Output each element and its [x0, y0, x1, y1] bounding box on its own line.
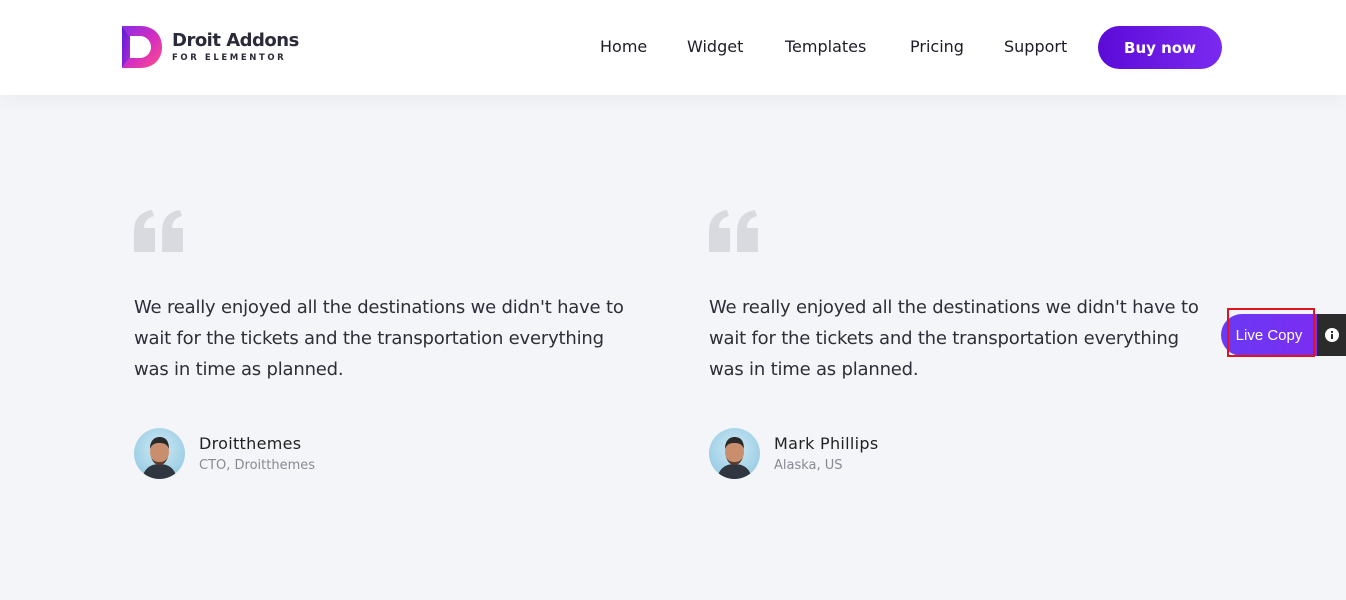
testimonial-author: Mark Phillips Alaska, US: [709, 428, 1209, 479]
author-role: Alaska, US: [774, 457, 843, 473]
testimonial-card: We really enjoyed all the destinations w…: [134, 210, 634, 479]
nav-item-widget[interactable]: Widget: [687, 37, 743, 57]
live-copy-info-button[interactable]: [1317, 314, 1346, 356]
person-icon: [142, 437, 177, 479]
avatar: [134, 428, 185, 479]
author-name: Droitthemes: [199, 433, 302, 453]
nav-item-pricing[interactable]: Pricing: [910, 37, 964, 57]
site-header: Droit Addons FOR ELEMENTOR Home Widget T…: [0, 0, 1346, 95]
quote-icon: [709, 210, 758, 252]
testimonial-quote: We really enjoyed all the destinations w…: [134, 297, 624, 380]
nav-item-support[interactable]: Support: [1004, 37, 1067, 57]
live-copy-widget: Live Copy: [1221, 314, 1346, 356]
author-role: CTO, Droitthemes: [199, 457, 316, 473]
testimonial-author: Droitthemes CTO, Droitthemes: [134, 428, 634, 479]
buy-now-button[interactable]: Buy now: [1098, 26, 1222, 69]
info-icon: [1324, 328, 1339, 342]
author-name: Mark Phillips: [774, 433, 879, 453]
live-copy-button[interactable]: Live Copy: [1221, 314, 1317, 356]
testimonial-card: We really enjoyed all the destinations w…: [709, 210, 1209, 479]
author-info: Mark Phillips Alaska, US: [774, 434, 879, 474]
avatar: [709, 428, 760, 479]
quote-icon: [134, 210, 183, 252]
person-icon: [717, 437, 752, 479]
nav-item-templates[interactable]: Templates: [785, 37, 866, 57]
testimonial-quote: We really enjoyed all the destinations w…: [709, 297, 1199, 380]
nav-item-home[interactable]: Home: [600, 37, 647, 57]
author-info: Droitthemes CTO, Droitthemes: [199, 434, 315, 474]
